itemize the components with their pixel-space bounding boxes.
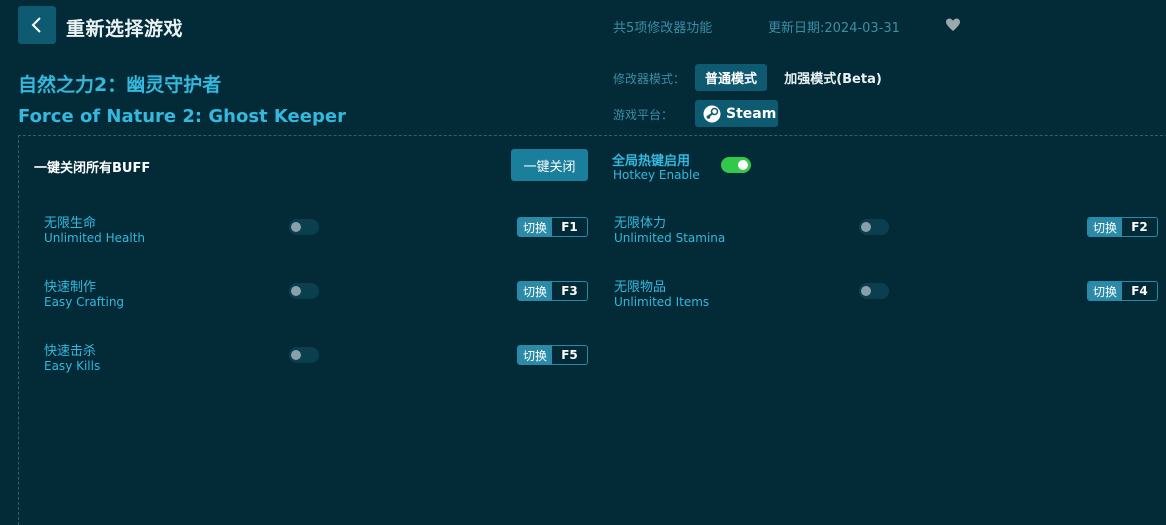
update-date: 更新日期:2024-03-31 xyxy=(768,21,900,36)
beta-mode-button[interactable]: 加强模式(Beta) xyxy=(779,64,887,91)
feature-label-en: Easy Kills xyxy=(44,359,101,373)
feature-label-en: Unlimited Items xyxy=(614,295,710,309)
feature-toggle-easy-crafting[interactable] xyxy=(289,283,319,299)
hotkey-key: F2 xyxy=(1131,220,1148,234)
feature-label-cn: 快速击杀 xyxy=(44,344,97,359)
close-all-button[interactable]: 一键关闭 xyxy=(511,149,588,181)
switch-label: 切换 xyxy=(518,346,552,364)
hotkey-key: F5 xyxy=(561,348,578,362)
feature-label-en: Unlimited Stamina xyxy=(614,231,726,245)
feature-count: 共5项修改器功能 xyxy=(613,21,713,36)
heart-icon[interactable] xyxy=(945,17,961,33)
switch-label: 切换 xyxy=(1088,218,1122,236)
feature-label-en: Easy Crafting xyxy=(44,295,125,309)
steam-platform-button[interactable]: Steam xyxy=(695,100,778,127)
feature-label-cn: 无限体力 xyxy=(614,216,667,231)
feature-label-en: Unlimited Health xyxy=(44,231,146,245)
hotkey-switch-f4[interactable]: 切换 F4 xyxy=(1087,281,1158,301)
hotkey-label-en: Hotkey Enable xyxy=(613,168,700,182)
switch-label: 切换 xyxy=(518,218,552,236)
hotkey-switch-f3[interactable]: 切换 F3 xyxy=(517,281,588,301)
hotkey-toggle[interactable] xyxy=(721,157,751,173)
hotkey-switch-f2[interactable]: 切换 F2 xyxy=(1087,217,1158,237)
hotkey-key: F3 xyxy=(561,284,578,298)
platform-label: 游戏平台： xyxy=(613,108,674,122)
feature-label-cn: 无限物品 xyxy=(614,280,667,295)
hotkey-label-cn: 全局热键启用 xyxy=(612,154,691,169)
normal-mode-button[interactable]: 普通模式 xyxy=(695,64,767,91)
hotkey-switch-f1[interactable]: 切换 F1 xyxy=(517,217,588,237)
feature-toggle-easy-kills[interactable] xyxy=(289,347,319,363)
back-button[interactable] xyxy=(18,6,56,44)
game-title-en: Force of Nature 2: Ghost Keeper xyxy=(18,106,346,127)
hotkey-key: F1 xyxy=(561,220,578,234)
features-panel xyxy=(18,135,1166,525)
game-title-cn: 自然之力2：幽灵守护者 xyxy=(18,74,222,96)
chevron-left-icon xyxy=(31,17,41,33)
switch-label: 切换 xyxy=(1088,282,1122,300)
platform-name: Steam xyxy=(726,105,777,122)
feature-label-cn: 快速制作 xyxy=(44,280,97,295)
hotkey-key: F4 xyxy=(1131,284,1148,298)
feature-label-cn: 无限生命 xyxy=(44,216,97,231)
feature-toggle-unlimited-stamina[interactable] xyxy=(859,219,889,235)
hotkey-switch-f5[interactable]: 切换 F5 xyxy=(517,345,588,365)
close-all-buff-label: 一键关闭所有BUFF xyxy=(34,161,151,176)
page-title: 重新选择游戏 xyxy=(66,18,184,40)
switch-label: 切换 xyxy=(518,282,552,300)
feature-toggle-unlimited-items[interactable] xyxy=(859,283,889,299)
steam-icon xyxy=(703,105,721,122)
feature-toggle-unlimited-health[interactable] xyxy=(289,219,319,235)
mode-label: 修改器模式： xyxy=(613,72,686,86)
